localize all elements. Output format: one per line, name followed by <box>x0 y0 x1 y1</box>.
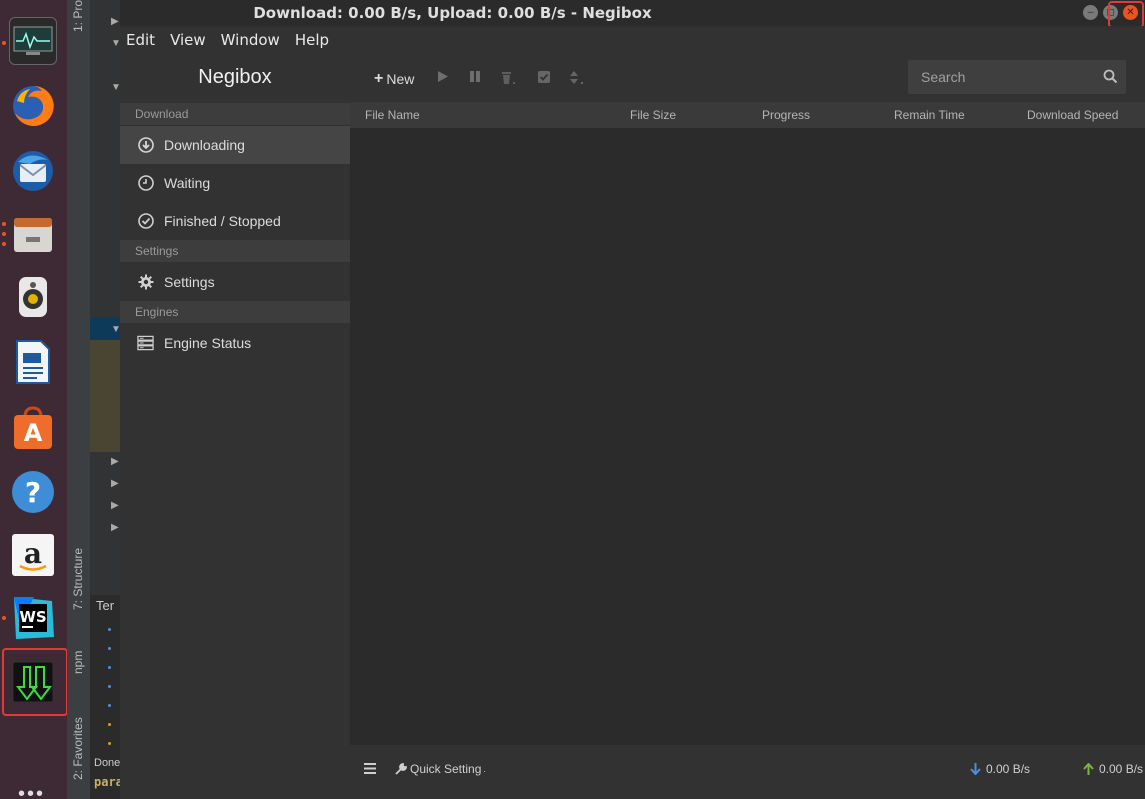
search-box <box>908 60 1126 94</box>
writer-icon[interactable] <box>9 338 57 386</box>
download-speed-value: 0.00 B/s <box>986 762 1031 776</box>
tree-arrow-icon[interactable]: ▶ <box>111 456 119 467</box>
ide-highlight <box>90 340 120 452</box>
dropdown-dot: . <box>483 764 486 774</box>
gear-icon <box>137 274 154 291</box>
svg-text:WS: WS <box>19 608 46 626</box>
download-speed: 0.00 B/s <box>970 762 1030 776</box>
section-engines: Engines <box>120 301 350 323</box>
ide-tab-structure[interactable]: 7: Structure <box>67 520 89 610</box>
column-remain-time[interactable]: Remain Time <box>894 108 965 122</box>
menu-toggle-button[interactable] <box>364 763 376 774</box>
hamburger-icon <box>364 763 376 774</box>
ide-tab-npm[interactable]: npm <box>67 624 89 674</box>
tree-arrow-icon[interactable]: ▶ <box>111 500 119 511</box>
firefox-icon[interactable] <box>9 82 57 130</box>
svg-text:a: a <box>24 537 42 570</box>
new-button-label: New <box>386 71 415 87</box>
section-label: Settings <box>135 244 179 258</box>
launcher: A ? a WS ••• <box>0 0 68 799</box>
launcher-highlight <box>2 648 68 716</box>
webstorm-icon[interactable]: WS <box>9 594 57 642</box>
menu-view[interactable]: View <box>170 31 206 49</box>
ide-tab-label: 7: Structure <box>71 547 85 610</box>
pause-button[interactable] <box>469 70 481 83</box>
software-center-icon[interactable]: A <box>9 404 57 452</box>
files-icon[interactable] <box>9 210 57 258</box>
new-button[interactable]: + New <box>374 70 414 88</box>
wrench-icon <box>395 763 407 775</box>
tree-arrow-icon[interactable]: ▶ <box>111 522 119 533</box>
play-button[interactable] <box>437 70 449 83</box>
sort-icon <box>570 71 583 84</box>
search-icon[interactable] <box>1103 69 1118 84</box>
select-all-button[interactable] <box>537 70 551 84</box>
arrow-down-icon <box>970 763 981 775</box>
statusbar: Quick Setting. 0.00 B/s 0.00 B/s <box>350 745 1145 799</box>
menu-help[interactable]: Help <box>295 31 329 49</box>
arrow-up-icon <box>1083 763 1094 775</box>
section-download: Download <box>120 103 350 125</box>
quick-setting-label: Quick Setting <box>410 762 482 776</box>
sidebar-item-settings[interactable]: Settings <box>120 263 350 301</box>
pause-icon <box>470 71 480 82</box>
ide-tab-favorites[interactable]: 2: Favorites <box>67 690 89 780</box>
ide-tab-label: npm <box>71 650 85 674</box>
sidebar-item-engine-status[interactable]: Engine Status <box>120 324 350 362</box>
sidebar-item-label: Finished / Stopped <box>164 213 281 229</box>
delete-button[interactable] <box>500 70 516 86</box>
search-input[interactable] <box>908 60 1093 94</box>
column-progress[interactable]: Progress <box>762 108 810 122</box>
upload-speed-value: 0.00 B/s <box>1099 762 1144 776</box>
menu-edit[interactable]: Edit <box>126 31 155 49</box>
sidebar-item-label: Engine Status <box>164 335 252 351</box>
toolbar: + New <box>350 54 1145 102</box>
help-icon[interactable]: ? <box>9 468 57 516</box>
sidebar-item-finished-stopped[interactable]: Finished / Stopped <box>120 202 350 240</box>
svg-text:?: ? <box>25 476 41 509</box>
upload-speed: 0.00 B/s <box>1083 762 1143 776</box>
sidebar-footer <box>120 745 350 799</box>
select-all-icon <box>538 71 550 83</box>
sidebar: Negibox Download Downloading Waiting Fin… <box>120 54 350 799</box>
check-circle-icon <box>137 213 154 230</box>
tree-arrow-icon[interactable]: ▶ <box>111 478 119 489</box>
quick-setting-button[interactable]: Quick Setting. <box>395 762 486 776</box>
plus-icon: + <box>374 70 384 87</box>
play-icon <box>438 71 448 82</box>
clock-icon <box>137 175 154 192</box>
sidebar-item-waiting[interactable]: Waiting <box>120 164 350 202</box>
terminal-status: Done <box>94 757 121 769</box>
apps-grid-icon[interactable]: ••• <box>18 784 45 799</box>
thunderbird-icon[interactable] <box>9 147 57 195</box>
download-list[interactable] <box>350 128 1145 745</box>
column-file-size[interactable]: File Size <box>630 108 676 122</box>
column-file-name[interactable]: File Name <box>365 108 420 122</box>
rhythmbox-icon[interactable] <box>9 273 57 321</box>
menubar: Edit View Window Help <box>120 26 1145 54</box>
sidebar-item-downloading[interactable]: Downloading <box>120 126 350 164</box>
sidebar-item-label: Waiting <box>164 175 211 191</box>
section-label: Engines <box>135 305 179 319</box>
terminal-title: Ter <box>96 598 115 613</box>
amazon-icon[interactable]: a <box>9 531 57 579</box>
menu-window[interactable]: Window <box>221 31 280 49</box>
terminal-prompt: para <box>94 775 123 789</box>
sidebar-item-label: Downloading <box>164 137 245 153</box>
ide-background: 1: Pro ▶ ▼ ▼ ▼ ▶ ▶ ▶ ▶ 7: Structure npm … <box>67 0 123 799</box>
server-icon <box>137 335 154 352</box>
download-circle-icon <box>137 137 154 154</box>
app-brand: Negibox <box>198 66 272 88</box>
trash-icon <box>502 72 515 84</box>
table-header: File Name File Size Progress Remain Time… <box>350 102 1145 128</box>
section-settings: Settings <box>120 240 350 262</box>
svg-text:A: A <box>24 419 43 447</box>
ide-tab-label: 2: Favorites <box>71 717 85 780</box>
sort-button[interactable] <box>568 70 584 86</box>
column-download-speed[interactable]: Download Speed <box>1027 108 1118 122</box>
sidebar-item-label: Settings <box>164 274 215 290</box>
section-label: Download <box>135 107 189 121</box>
